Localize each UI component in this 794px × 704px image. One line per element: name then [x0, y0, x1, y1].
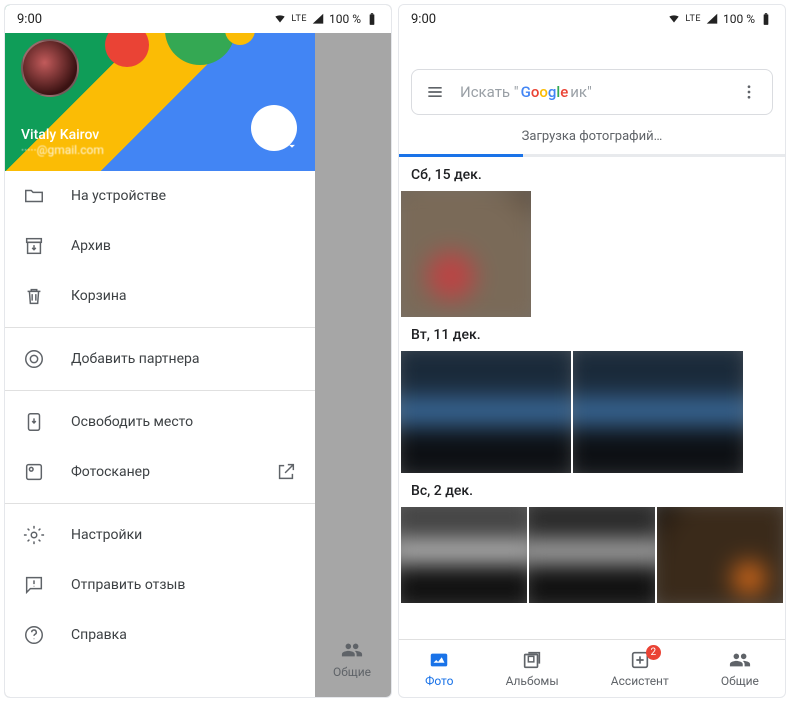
date-header: Сб, 15 дек. — [401, 157, 783, 191]
battery-label: 100 % — [329, 12, 361, 26]
bottom-nav: Фото Альбомы 2 Ассистент Общие — [399, 639, 785, 697]
folder-icon — [23, 185, 45, 207]
nav-drawer: Vitaly Kairov ·····@gmail.com На устройс… — [5, 5, 315, 697]
tab-label: Альбомы — [506, 674, 559, 688]
status-time: 9:00 — [411, 12, 436, 27]
photoscan-icon — [23, 461, 45, 483]
people-icon — [341, 639, 363, 661]
tab-assistant[interactable]: 2 Ассистент — [611, 649, 669, 688]
external-link-icon — [275, 461, 297, 483]
photo-thumbnail[interactable] — [529, 507, 655, 603]
drawer-item-label: На устройстве — [71, 188, 166, 204]
drawer-divider — [5, 390, 315, 391]
free-space-icon — [23, 411, 45, 433]
people-icon — [729, 649, 751, 671]
photo-grid[interactable]: Сб, 15 дек. Вт, 11 дек. Вс, 2 дек. — [399, 157, 785, 639]
drawer-item-help[interactable]: Справка — [5, 610, 315, 660]
search-suffix: ик" — [570, 83, 592, 101]
overflow-button[interactable] — [734, 83, 764, 101]
wifi-icon — [273, 12, 287, 26]
drawer-item-label: Корзина — [71, 288, 127, 304]
status-icons: LTE 100 % — [273, 12, 379, 26]
wifi-icon — [667, 12, 681, 26]
search-placeholder: Искать " Google ик" — [460, 83, 724, 101]
photos-icon — [428, 649, 450, 671]
account-switcher-caret[interactable] — [285, 139, 299, 153]
gear-icon — [23, 524, 45, 546]
drawer-item-add-partner[interactable]: Добавить партнера — [5, 334, 315, 384]
trash-icon — [23, 285, 45, 307]
drawer-item-label: Архив — [71, 238, 111, 254]
hamburger-icon — [425, 82, 445, 102]
drawer-divider — [5, 327, 315, 328]
tab-label: Общие — [721, 674, 759, 688]
tab-albums[interactable]: Альбомы — [506, 649, 559, 688]
status-time: 9:00 — [17, 12, 42, 27]
account-email: ·····@gmail.com — [21, 143, 299, 157]
signal-icon — [311, 12, 325, 26]
upload-status: Загрузка фотографий… — [399, 115, 785, 154]
signal-icon — [705, 12, 719, 26]
tab-photos[interactable]: Фото — [425, 649, 453, 688]
assistant-badge: 2 — [646, 645, 661, 660]
drawer-item-label: Отправить отзыв — [71, 577, 185, 593]
drawer-item-label: Настройки — [71, 527, 142, 543]
drawer-item-on-device[interactable]: На устройстве — [5, 171, 315, 221]
battery-icon — [759, 12, 773, 26]
photo-thumbnail[interactable] — [401, 507, 527, 603]
date-header: Вс, 2 дек. — [401, 473, 783, 507]
drawer-item-label: Освободить место — [71, 414, 193, 430]
tab-shared-dimmed: Общие — [333, 639, 371, 679]
tab-shared[interactable]: Общие — [721, 649, 759, 688]
network-label: LTE — [685, 15, 701, 24]
phone-right-main: 9:00 LTE 100 % Искать " Google ик" Загру… — [398, 4, 786, 698]
feedback-icon — [23, 574, 45, 596]
photo-thumbnail[interactable] — [657, 507, 783, 603]
drawer-divider — [5, 503, 315, 504]
photo-thumbnail[interactable] — [573, 351, 743, 473]
tab-label: Фото — [425, 674, 453, 688]
archive-icon — [23, 235, 45, 257]
drawer-item-settings[interactable]: Настройки — [5, 510, 315, 560]
search-prefix: Искать " — [460, 83, 519, 101]
drawer-item-label: Справка — [71, 627, 127, 643]
status-icons: LTE 100 % — [667, 12, 773, 26]
drawer-item-feedback[interactable]: Отправить отзыв — [5, 560, 315, 610]
search-bar[interactable]: Искать " Google ик" — [411, 69, 773, 115]
drawer-item-photoscan[interactable]: Фотосканер — [5, 447, 315, 497]
more-vert-icon — [740, 83, 758, 101]
drawer-item-trash[interactable]: Корзина — [5, 271, 315, 321]
status-bar: 9:00 LTE 100 % — [399, 5, 785, 33]
drawer-list: На устройстве Архив Корзина Добавить пар… — [5, 171, 315, 697]
albums-icon — [521, 649, 543, 671]
upload-progress — [399, 154, 785, 157]
battery-label: 100 % — [723, 12, 755, 26]
status-bar: 9:00 LTE 100 % — [5, 5, 391, 33]
phone-left-drawer-open: 9:00 LTE 100 % Общие Vitaly Kairov ·····… — [4, 4, 392, 698]
tab-shared-label: Общие — [333, 665, 371, 679]
tab-label: Ассистент — [611, 674, 669, 688]
network-label: LTE — [291, 15, 307, 24]
avatar[interactable] — [21, 39, 79, 97]
photo-thumbnail[interactable] — [401, 351, 571, 473]
account-name: Vitaly Kairov — [21, 127, 299, 143]
menu-button[interactable] — [420, 82, 450, 102]
partner-icon — [23, 348, 45, 370]
battery-icon — [365, 12, 379, 26]
google-logo: Google — [521, 83, 569, 101]
drawer-item-archive[interactable]: Архив — [5, 221, 315, 271]
date-header: Вт, 11 дек. — [401, 317, 783, 351]
drawer-item-label: Добавить партнера — [71, 351, 199, 367]
drawer-item-free-space[interactable]: Освободить место — [5, 397, 315, 447]
drawer-item-label: Фотосканер — [71, 464, 150, 480]
help-icon — [23, 624, 45, 646]
photo-thumbnail[interactable] — [401, 191, 531, 317]
